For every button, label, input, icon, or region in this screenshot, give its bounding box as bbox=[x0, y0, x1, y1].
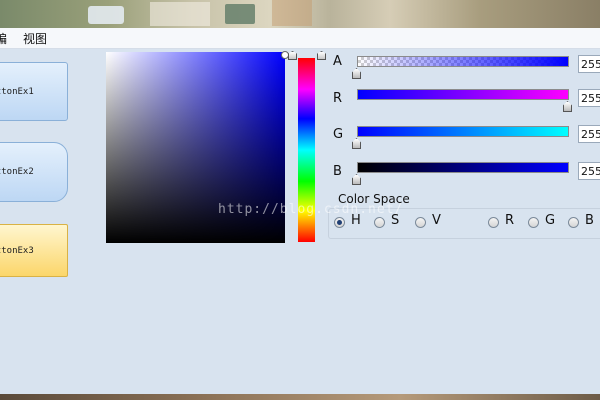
buttonex1-label: ButtonEx1 bbox=[0, 86, 34, 97]
alpha-slider-thumb[interactable] bbox=[352, 68, 361, 79]
alpha-label: A bbox=[333, 54, 342, 69]
alpha-slider[interactable] bbox=[357, 56, 569, 67]
blue-label: B bbox=[333, 164, 342, 179]
watermark-text: http://blog.csdn.net/ bbox=[218, 202, 404, 217]
saturation-value-marker[interactable] bbox=[281, 51, 289, 59]
app-window: 编辑 视图 ButtonEx1 ButtonEx2 ButtonEx3 A 25… bbox=[0, 28, 600, 394]
green-slider-thumb[interactable] bbox=[352, 138, 361, 149]
radio-r-label: R bbox=[505, 213, 515, 228]
radio-g[interactable] bbox=[528, 217, 539, 228]
desktop-window-fragment bbox=[150, 2, 210, 26]
menu-bar: 编辑 视图 bbox=[0, 28, 600, 63]
desktop-background-bottom bbox=[0, 394, 600, 400]
buttonex2-button[interactable]: ButtonEx2 bbox=[0, 142, 68, 202]
green-value-field[interactable]: 255 bbox=[578, 125, 600, 143]
green-slider[interactable] bbox=[357, 126, 569, 137]
hue-slider-thumb-right[interactable] bbox=[317, 51, 326, 60]
hue-slider-thumb-left[interactable] bbox=[288, 51, 297, 60]
red-value-field[interactable]: 255 bbox=[578, 89, 600, 107]
green-label: G bbox=[333, 127, 344, 142]
radio-h[interactable] bbox=[334, 217, 345, 228]
red-label: R bbox=[333, 91, 343, 106]
red-slider[interactable] bbox=[357, 89, 569, 100]
radio-v[interactable] bbox=[415, 217, 426, 228]
radio-v-label: V bbox=[432, 213, 441, 228]
desktop-window-fragment bbox=[272, 0, 312, 26]
radio-b[interactable] bbox=[568, 217, 579, 228]
alpha-value-field[interactable]: 255 bbox=[578, 55, 600, 73]
blue-slider-thumb[interactable] bbox=[352, 174, 361, 185]
blue-value-field[interactable]: 255 bbox=[578, 162, 600, 180]
radio-b-label: B bbox=[585, 213, 594, 228]
desktop-window-fragment bbox=[88, 6, 124, 24]
buttonex3-label: ButtonEx3 bbox=[0, 245, 34, 256]
client-area: ButtonEx1 ButtonEx2 ButtonEx3 A 255 R 25… bbox=[0, 49, 600, 394]
blue-slider[interactable] bbox=[357, 162, 569, 173]
red-slider-thumb[interactable] bbox=[563, 101, 572, 112]
radio-s[interactable] bbox=[374, 217, 385, 228]
buttonex3-button[interactable]: ButtonEx3 bbox=[0, 224, 68, 277]
desktop-window-fragment bbox=[225, 4, 255, 24]
radio-r[interactable] bbox=[488, 217, 499, 228]
radio-g-label: G bbox=[545, 213, 556, 228]
desktop-background-top bbox=[0, 0, 600, 28]
buttonex2-label: ButtonEx2 bbox=[0, 167, 34, 177]
menu-item-view[interactable]: 视图 bbox=[23, 30, 47, 47]
buttonex1-button[interactable]: ButtonEx1 bbox=[0, 62, 68, 121]
